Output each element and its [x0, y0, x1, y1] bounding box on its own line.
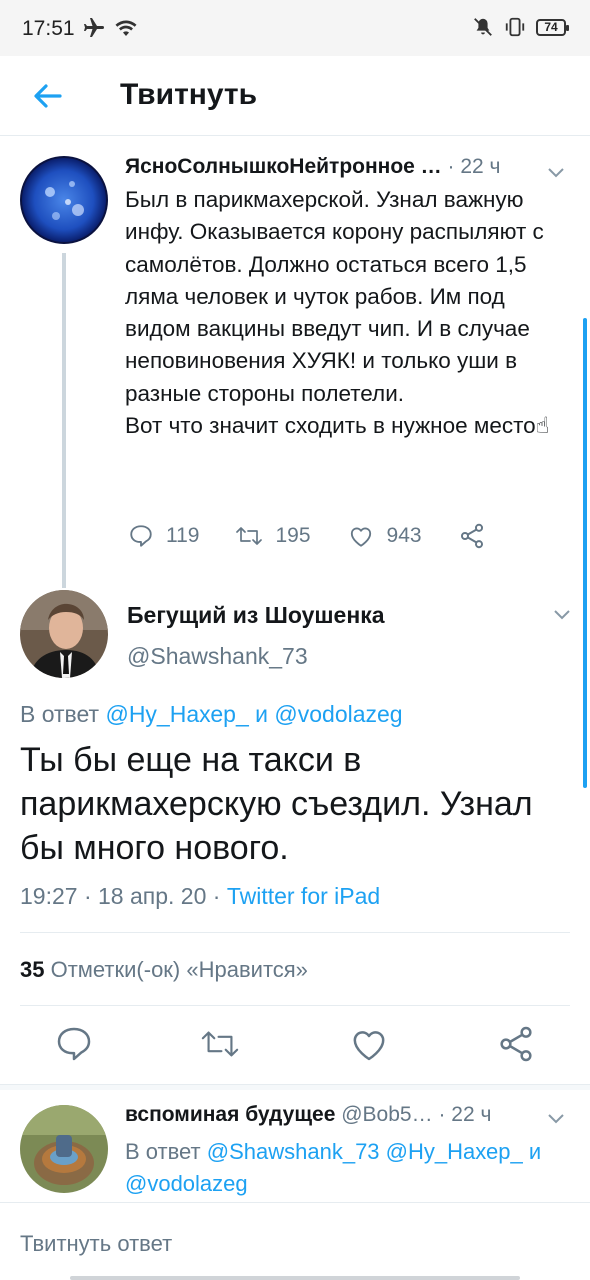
- reply-context: В ответ @Ну_Нахер_ и @vodolazeg: [20, 701, 403, 727]
- mention-link[interactable]: @vodolazeg: [274, 701, 402, 727]
- likes-count: 35: [20, 957, 45, 982]
- author-name[interactable]: Бегущий из Шоушенка: [127, 602, 385, 629]
- avatar[interactable]: [20, 1105, 108, 1193]
- retweet-count: 195: [275, 524, 311, 547]
- source-link[interactable]: Twitter for iPad: [227, 883, 380, 909]
- heart-icon: [350, 527, 371, 547]
- retweet-button[interactable]: 195: [235, 523, 311, 549]
- composer-placeholder: Твитнуть ответ: [20, 1231, 173, 1256]
- mention-link[interactable]: @vodolazeg: [125, 1171, 248, 1196]
- author-name[interactable]: вспоминая будущее: [125, 1103, 335, 1126]
- back-arrow-icon[interactable]: [28, 76, 68, 116]
- avatar[interactable]: [20, 590, 108, 678]
- author-name[interactable]: ЯсноСолнышкоНейтронное …: [125, 155, 442, 178]
- vibrate-icon: [505, 17, 525, 37]
- reply-button[interactable]: 119: [128, 523, 199, 549]
- share-icon[interactable]: [496, 1024, 536, 1064]
- divider: [20, 932, 570, 933]
- tweet-paragraph: Вот что значит сходить в нужное место☝: [125, 413, 550, 439]
- share-icon: [460, 523, 483, 549]
- likes-label: Отметки(-ок) «Нравится»: [50, 957, 308, 982]
- battery-level: 74: [544, 20, 558, 34]
- top-bar: Твитнуть: [0, 56, 590, 136]
- mention-link[interactable]: @Shawshank_73: [207, 1139, 380, 1164]
- mention-link[interactable]: @Ну_Нахер_: [105, 701, 248, 727]
- chevron-down-icon[interactable]: [544, 1106, 568, 1130]
- like-button[interactable]: 943: [347, 523, 422, 549]
- reply-context: В ответ @Shawshank_73 @Ну_Нахер_ и @vodo…: [125, 1139, 542, 1196]
- tweet-header: вспоминая будущее @Bob5… · 22 ч: [125, 1103, 545, 1127]
- thread-connector: [62, 253, 66, 588]
- heart-icon[interactable]: [349, 1024, 389, 1064]
- tweet-actions: 119 195 943: [128, 522, 522, 550]
- wifi-icon: [115, 20, 137, 36]
- tweet-paragraph: Был в парикмахерской. Узнал важную инфу.…: [125, 187, 544, 406]
- author-handle[interactable]: @Shawshank_73: [127, 643, 308, 670]
- battery-indicator: 74: [536, 18, 569, 36]
- keyboard-hint-bar: [70, 1276, 520, 1280]
- section-separator: [0, 1084, 590, 1090]
- status-bar: 17:51 74: [0, 0, 590, 56]
- reply-icon: [130, 525, 152, 547]
- retweet-icon: [236, 527, 263, 545]
- avatar[interactable]: [20, 156, 108, 244]
- likes-summary[interactable]: 35 Отметки(-ок) «Нравится»: [20, 957, 308, 983]
- author-handle[interactable]: @Bob5…: [341, 1103, 432, 1126]
- divider: [20, 1005, 570, 1006]
- main-tweet-text: Ты бы еще на такси в парикмахерскую съез…: [20, 741, 533, 867]
- reply-composer[interactable]: Твитнуть ответ: [0, 1202, 590, 1280]
- tweet-header: ЯсноСолнышкоНейтронное … · 22 ч: [125, 155, 545, 179]
- page-title: Твитнуть: [120, 78, 258, 111]
- airplane-mode-icon: [84, 18, 104, 37]
- tweet-time: · 22 ч: [438, 1103, 492, 1126]
- tweet-text: Был в парикмахерской. Узнал важную инфу.…: [125, 184, 575, 442]
- chevron-down-icon[interactable]: [544, 160, 568, 184]
- mention-link[interactable]: @Ну_Нахер_: [386, 1139, 523, 1164]
- retweet-icon[interactable]: [200, 1024, 240, 1064]
- mute-icon: [474, 18, 492, 36]
- tweet-timestamp: 19:27 · 18 апр. 20 · Twitter for iPad: [20, 883, 381, 909]
- status-time: 17:51: [22, 17, 75, 40]
- tweet-time: · 22 ч: [447, 155, 501, 178]
- scrollbar[interactable]: [583, 318, 587, 788]
- reply-icon[interactable]: [54, 1024, 94, 1064]
- like-count: 943: [386, 524, 422, 547]
- reply-count: 119: [166, 524, 200, 547]
- chevron-down-icon[interactable]: [550, 602, 574, 626]
- share-button[interactable]: [458, 522, 486, 550]
